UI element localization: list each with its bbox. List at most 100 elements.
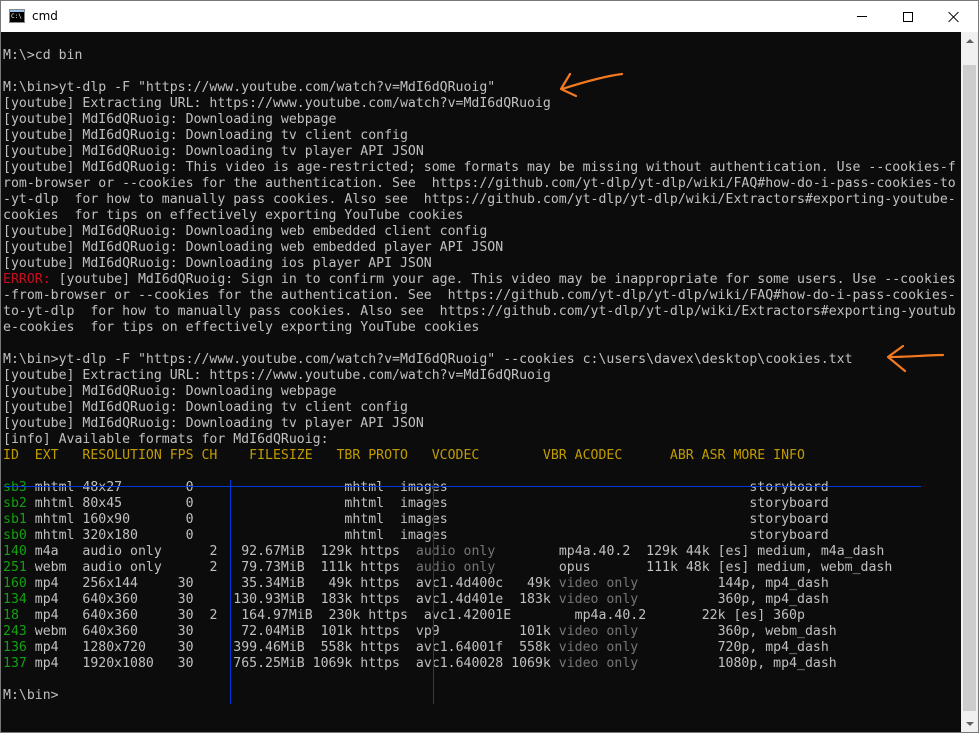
terminal-text: 765.25MiB 1069k https [193, 656, 408, 671]
terminal-text: images [392, 480, 750, 495]
terminal-line: [youtube] MdI6dQRuoig: Downloading web e… [3, 224, 956, 240]
terminal-line: M:\bin>yt-dlp -F "https://www.youtube.co… [3, 352, 956, 368]
terminal-line: cookies for tips on effectively exportin… [3, 208, 956, 224]
cmd-window: cmd M:\>cd bin M:\bin>yt-dlp -F "https://… [0, 0, 979, 733]
terminal-text: [youtube] MdI6dQRuoig: This video is age… [3, 160, 956, 175]
table-row: 251 webm audio only 2 79.73MiB 111k http… [3, 560, 956, 576]
format-id: sb3 [3, 480, 27, 495]
table-column-divider [230, 480, 231, 704]
error-line: -from-browser or --cookies for the authe… [3, 288, 956, 304]
terminal-text: storyboard [749, 528, 829, 543]
title-bar[interactable]: cmd [1, 1, 978, 32]
terminal-text: M:\>cd bin [3, 48, 83, 63]
scroll-up-button[interactable] [961, 32, 978, 49]
terminal-line: [youtube] MdI6dQRuoig: Downloading tv cl… [3, 128, 956, 144]
table-row: 18 mp4 640x360 30 2 164.97MiB 230k https… [3, 608, 956, 624]
terminal-text: images [392, 496, 750, 511]
terminal-text: avc1.4d401e 183k [407, 592, 551, 607]
table-row: sb3 mhtml 48x27 0 mhtml images storyboar… [3, 480, 956, 496]
terminal-line: [youtube] Extracting URL: https://www.yo… [3, 96, 956, 112]
terminal-text: [youtube] Extracting URL: https://www.yo… [3, 368, 551, 383]
terminal-line: M:\>cd bin [3, 48, 956, 64]
terminal-text: 720p, mp4_dash [717, 640, 829, 655]
format-id: sb2 [3, 496, 27, 511]
terminal-text: mp4a.40.2 129k 44k [495, 544, 718, 559]
dim-text: audio only [407, 544, 496, 559]
table-header: ID EXT RESOLUTION FPS CH FILESIZE TBR PR… [3, 448, 956, 464]
terminal-text: vp9 101k [407, 624, 551, 639]
minimize-button[interactable] [839, 1, 885, 32]
table-separator-line [3, 464, 956, 480]
terminal-text: [youtube] MdI6dQRuoig: Downloading web e… [3, 224, 488, 239]
terminal-text: 92.67MiB 129k https [217, 544, 408, 559]
table-row: 134 mp4 640x360 30 130.93MiB 183k https … [3, 592, 956, 608]
terminal-text: 35.34MiB 49k https [193, 576, 408, 591]
terminal-text: 72.04MiB 101k https [193, 624, 408, 639]
window-title: cmd [32, 9, 58, 23]
terminal-text: avc1.64001f 558k [407, 640, 551, 655]
terminal-text: mhtml [193, 480, 393, 495]
terminal-line: [youtube] MdI6dQRuoig: Downloading ios p… [3, 256, 956, 272]
terminal-text: [youtube] MdI6dQRuoig: Downloading tv pl… [3, 144, 424, 159]
dim-text: audio only [407, 560, 496, 575]
console-area[interactable]: M:\>cd bin M:\bin>yt-dlp -F "https://www.… [1, 32, 961, 732]
table-row: 140 m4a audio only 2 92.67MiB 129k https… [3, 544, 956, 560]
terminal-text: [youtube] MdI6dQRuoig: Downloading webpa… [3, 112, 337, 127]
terminal-text: mp4 1280x720 30 [26, 640, 194, 655]
terminal-line: [youtube] MdI6dQRuoig: Downloading webpa… [3, 384, 956, 400]
close-button[interactable] [931, 1, 977, 32]
terminal-line: -yt-dlp for how to manually pass cookies… [3, 192, 956, 208]
terminal-text: mp4 256x144 30 [26, 576, 194, 591]
terminal-text: -from-browser or --cookies for the authe… [3, 288, 956, 303]
format-id: 140 [3, 544, 27, 559]
annotation-arrow-icon [886, 344, 945, 373]
terminal-line: [youtube] MdI6dQRuoig: Downloading tv pl… [3, 144, 956, 160]
terminal-text: m4a audio only 2 [26, 544, 218, 559]
scrollbar-thumb[interactable] [963, 65, 976, 711]
table-row: sb0 mhtml 320x180 0 mhtml images storybo… [3, 528, 956, 544]
format-id: 243 [3, 624, 27, 639]
terminal-line: [youtube] MdI6dQRuoig: This video is age… [3, 160, 956, 176]
terminal-text: e-cookies for tips on effectively export… [3, 320, 480, 335]
cmd-app-icon[interactable] [9, 9, 25, 23]
minimize-icon [857, 16, 867, 17]
dim-text: video only [550, 576, 639, 591]
terminal-text: [youtube] MdI6dQRuoig: Downloading tv cl… [3, 128, 408, 143]
terminal-text: [youtube] MdI6dQRuoig: Downloading tv cl… [3, 400, 408, 415]
error-line: e-cookies for tips on effectively export… [3, 320, 956, 336]
terminal-text: storyboard [749, 496, 829, 511]
terminal-line: M:\bin>yt-dlp -F "https://www.youtube.co… [3, 80, 956, 96]
terminal-text: mhtml [193, 528, 393, 543]
terminal-text: mhtml 160x90 0 [26, 512, 194, 527]
terminal-text: mp4 1920x1080 30 [26, 656, 194, 671]
terminal-text: [youtube] MdI6dQRuoig: Downloading ios p… [3, 256, 432, 271]
scroll-down-button[interactable] [961, 715, 978, 732]
terminal-line: [youtube] MdI6dQRuoig: Downloading tv pl… [3, 416, 956, 432]
terminal-text: 360p, webm_dash [717, 624, 837, 639]
table-row: sb1 mhtml 160x90 0 mhtml images storyboa… [3, 512, 956, 528]
close-icon [948, 11, 960, 23]
error-label: ERROR: [3, 272, 51, 287]
terminal-text: images [392, 512, 750, 527]
format-id: 136 [3, 640, 27, 655]
vertical-scrollbar[interactable] [961, 32, 978, 732]
format-id: 137 [3, 656, 27, 671]
maximize-button[interactable] [885, 1, 931, 32]
terminal-text: mhtml 48x27 0 [26, 480, 194, 495]
terminal-text: 164.97MiB 230k https [217, 608, 416, 623]
terminal-line: [info] Available formats for MdI6dQRuoig… [3, 432, 956, 448]
terminal-text: [youtube] MdI6dQRuoig: Downloading tv pl… [3, 416, 424, 431]
table-row: 243 webm 640x360 30 72.04MiB 101k https … [3, 624, 956, 640]
terminal-text: 144p, mp4_dash [717, 576, 829, 591]
terminal-text: [info] Available formats for MdI6dQRuoig… [3, 432, 329, 447]
terminal-line: [youtube] Extracting URL: https://www.yo… [3, 368, 956, 384]
error-line: ERROR: [youtube] MdI6dQRuoig: Sign in to… [3, 272, 956, 288]
terminal-text: [youtube] MdI6dQRuoig: Sign in to confir… [50, 272, 956, 287]
terminal-text: storyboard [749, 512, 829, 527]
dim-text: video only [550, 624, 639, 639]
terminal-text: [youtube] MdI6dQRuoig: Downloading webpa… [3, 384, 337, 399]
